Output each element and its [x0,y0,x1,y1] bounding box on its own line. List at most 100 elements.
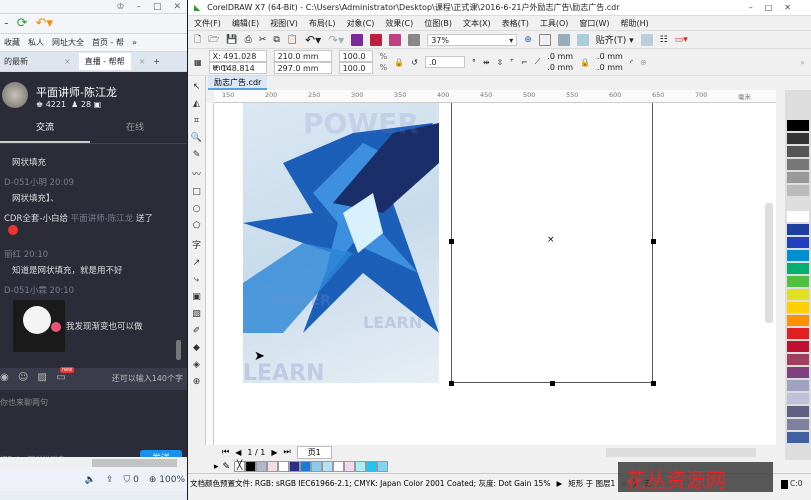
menu-item[interactable]: 窗口(W) [579,18,609,29]
color-swatch[interactable] [787,367,809,378]
search-content-icon[interactable] [351,33,364,46]
launcher-icon[interactable]: ☷ [660,35,668,45]
speaker-icon[interactable]: 🔈 [85,475,96,485]
rotate-icon[interactable]: ↺ [411,58,418,67]
menu-item[interactable]: 位图(B) [424,18,452,29]
color-swatch[interactable] [344,461,356,472]
color-swatch[interactable] [787,237,809,248]
color-swatch[interactable] [787,419,809,430]
maximize-icon[interactable]: □ [153,2,162,12]
width-input[interactable]: 210.0 mm [273,50,332,62]
rotation-input[interactable]: .0 [424,56,465,68]
rulers-icon[interactable] [538,33,551,46]
last-page-icon[interactable]: ⏭ [283,447,290,457]
scallop-corner-icon[interactable]: ⌐ [521,58,528,67]
corner-radius-2[interactable]: .0 mm [547,62,573,73]
new-icon[interactable]: 🗋 [194,32,201,48]
color-swatch[interactable] [787,263,809,274]
tab-prev[interactable]: 的最新 [4,56,56,67]
color-swatch[interactable] [787,250,809,261]
x-position-input[interactable]: X: 491.028 mm [208,50,267,72]
gift-icon[interactable]: ◉ [0,372,9,383]
play-icon[interactable]: ▶ [556,479,562,488]
relative-corner-icon[interactable]: ◜ [630,58,633,67]
drawing-canvas[interactable]: POWER POWER LEARN LEARN ➤ × [214,103,776,445]
menu-item[interactable]: 表格(T) [502,18,529,29]
chat-input[interactable]: 你也来聊两句 [0,397,48,408]
grid-icon[interactable] [557,33,570,46]
selection-handle[interactable] [651,381,656,386]
color-swatch[interactable] [278,461,290,472]
horizontal-scrollbar[interactable] [606,447,756,457]
height-input[interactable]: 297.0 mm [273,62,332,74]
color-swatch[interactable] [245,461,257,472]
horizontal-scrollbar[interactable] [0,457,187,469]
close-tab-icon[interactable]: × [64,57,71,66]
paste-icon[interactable]: 📋 [287,35,298,45]
color-swatch[interactable] [267,461,279,472]
menu-item[interactable]: 帮助(H) [621,18,649,29]
color-swatch[interactable] [256,461,268,472]
interactive-fill-icon[interactable]: ◆ [193,343,200,353]
zoom-tool-icon[interactable]: 🔍 [191,133,202,143]
import-icon[interactable] [370,33,383,46]
document-tab[interactable]: 励志广告.cdr [208,76,268,90]
fav-private[interactable]: 私人 [28,37,44,48]
selection-handle[interactable] [449,381,454,386]
shape-tool-icon[interactable]: ◭ [193,99,200,109]
download-icon[interactable]: ⇪ [106,475,114,485]
pick-tool-icon[interactable]: ↖ [193,82,201,92]
mirror-v-icon[interactable]: ⇳ [497,58,504,67]
publish-pdf-icon[interactable] [408,33,421,46]
color-swatch[interactable] [787,185,809,196]
corner-radius-4[interactable]: .0 mm [597,62,623,73]
add-icon[interactable]: ⊕ [640,58,647,67]
polygon-tool-icon[interactable]: ⬠ [193,221,201,231]
selection-handle[interactable] [449,239,454,244]
chat-scrollbar[interactable] [176,340,181,360]
color-swatch[interactable] [787,159,809,170]
color-swatch[interactable] [787,276,809,287]
color-swatch[interactable] [322,461,334,472]
color-swatch[interactable] [787,393,809,404]
color-swatch[interactable] [787,224,809,235]
emoji-icon[interactable]: ☺ [18,372,28,383]
redo-icon[interactable]: ↷▾ [328,33,344,47]
color-swatch[interactable] [787,315,809,326]
window-controls[interactable]: –□✕ [749,3,803,12]
color-swatch[interactable] [300,461,312,472]
menu-item[interactable]: 文本(X) [463,18,491,29]
page-tab[interactable]: 页1 [296,445,332,459]
drop-shadow-icon[interactable]: ▣ [192,292,201,302]
color-swatch[interactable] [787,406,809,417]
full-screen-icon[interactable]: ⊕ [524,35,532,45]
options-icon[interactable] [640,33,653,46]
guidelines-icon[interactable] [576,33,589,46]
selection-handle[interactable] [651,239,656,244]
more-icon[interactable]: » [800,58,805,67]
color-swatch[interactable] [787,302,809,313]
color-swatch[interactable] [787,211,809,222]
color-swatch[interactable] [787,328,809,339]
color-swatch[interactable] [333,461,345,472]
color-swatch[interactable] [787,354,809,365]
menu-item[interactable]: 工具(O) [540,18,569,29]
smart-fill-icon[interactable]: ◈ [193,360,200,370]
undo-icon[interactable]: ↶▾ [305,33,321,47]
scale-y-input[interactable]: 100.0 [338,62,373,74]
text-tool-icon[interactable]: 字 [192,238,201,251]
refresh-icon[interactable]: ⟳ [17,16,28,31]
fav-sites[interactable]: 网址大全 [52,37,84,48]
corner-radius-3[interactable]: .0 mm [597,51,623,62]
new-tab-icon[interactable]: + [153,57,160,66]
color-swatch[interactable] [787,146,809,157]
color-swatch[interactable] [787,341,809,352]
save-icon[interactable]: 💾 [226,35,237,45]
close-icon[interactable]: ✕ [173,2,181,12]
undo-icon[interactable]: ↶▾ [36,16,53,31]
freehand-tool-icon[interactable]: ✎ [193,150,201,160]
next-page-icon[interactable]: ▶ [271,448,277,457]
minimize-icon[interactable]: – [136,2,141,12]
first-page-icon[interactable]: ⏮ [222,447,229,457]
export-icon[interactable] [389,33,402,46]
